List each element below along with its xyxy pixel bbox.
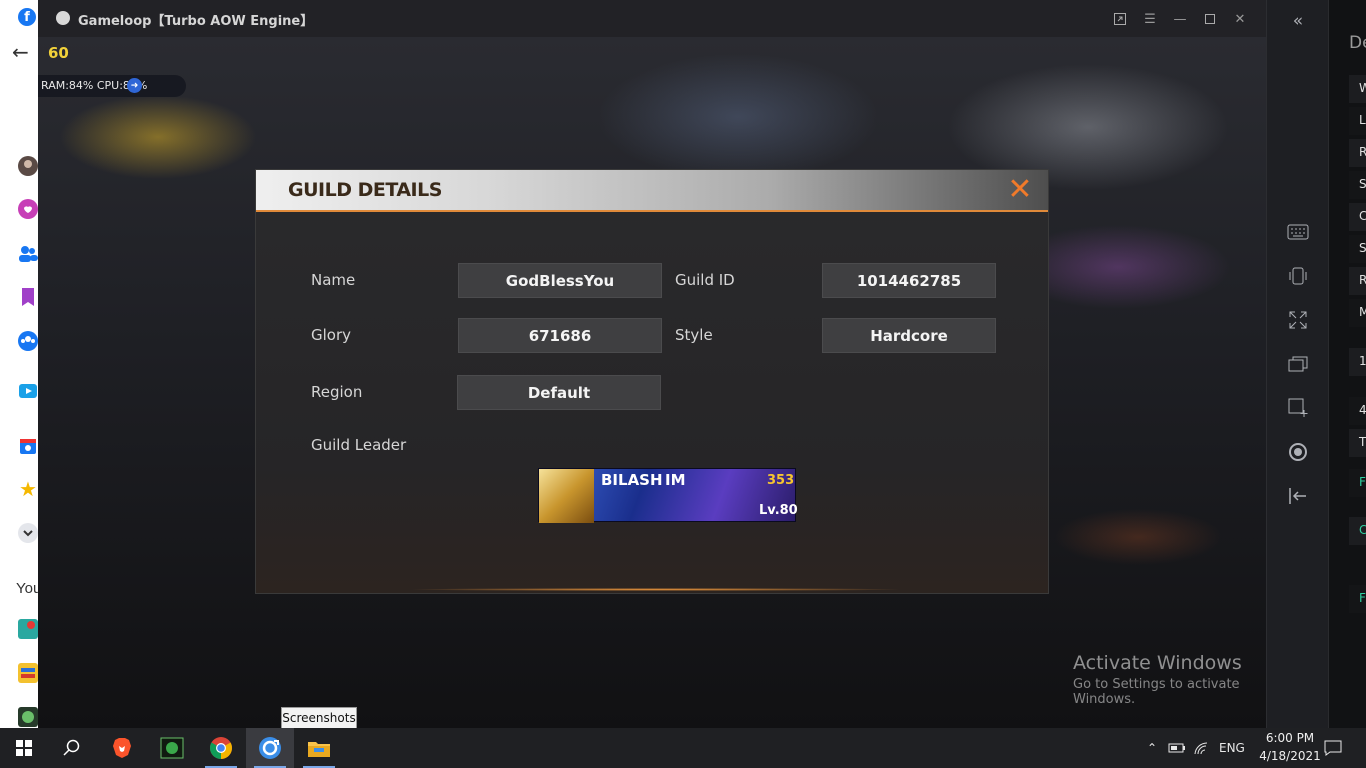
fullscreen-icon[interactable] xyxy=(1285,307,1311,333)
game-app-icon[interactable] xyxy=(148,728,196,768)
close-icon[interactable]: ✕ xyxy=(1004,174,1036,206)
chrome-icon[interactable] xyxy=(197,728,245,768)
panel-row[interactable]: F xyxy=(1349,469,1366,497)
friends-icon[interactable] xyxy=(16,242,40,264)
leader-tag: IM xyxy=(665,471,686,489)
see-more-chevron-icon[interactable] xyxy=(16,522,40,544)
style-value: Hardcore xyxy=(822,318,996,353)
dating-icon[interactable] xyxy=(16,198,40,220)
guild-leader-card[interactable]: BILASH IM 353 Lv.80 xyxy=(538,468,798,523)
dialog-title: GUILD DETAILS xyxy=(288,179,442,201)
wifi-icon[interactable] xyxy=(1193,740,1211,756)
facebook-logo-icon[interactable]: f xyxy=(18,8,36,26)
gameloop-window: Gameloop【Turbo AOW Engine】 ☰ — ✕ 60 ▲ RA… xyxy=(38,0,1266,728)
name-value: GodBlessYou xyxy=(458,263,662,298)
region-value: Default xyxy=(457,375,661,410)
profile-avatar-icon[interactable] xyxy=(16,155,40,177)
panel-title: De xyxy=(1349,33,1366,53)
panel-row[interactable]: S xyxy=(1349,171,1366,199)
gameloop-toolbar: « xyxy=(1266,0,1328,728)
keyboard-icon[interactable] xyxy=(1285,219,1311,245)
dialog-header: GUILD DETAILS ✕ xyxy=(256,170,1048,212)
panel-row[interactable]: Lo xyxy=(1349,107,1366,135)
panel-row[interactable]: C xyxy=(1349,203,1366,231)
style-label: Style xyxy=(675,326,713,344)
watch-icon[interactable] xyxy=(16,380,40,402)
region-label: Region xyxy=(311,383,363,401)
title-bar: Gameloop【Turbo AOW Engine】 ☰ — ✕ xyxy=(38,0,1266,37)
maximize-icon[interactable] xyxy=(1201,10,1219,28)
game-shortcut-icon[interactable] xyxy=(16,662,40,684)
minimize-icon[interactable]: — xyxy=(1171,10,1189,28)
guild-id-value: 1014462785 xyxy=(822,263,996,298)
leader-name: BILASH xyxy=(601,471,663,489)
file-explorer-icon[interactable] xyxy=(295,728,343,768)
window-title: Gameloop【Turbo AOW Engine】 xyxy=(78,14,314,29)
name-label: Name xyxy=(311,271,356,289)
panel-row[interactable]: R xyxy=(1349,267,1366,295)
search-icon[interactable] xyxy=(48,728,96,768)
activate-windows-title: Activate Windows xyxy=(1073,652,1242,674)
close-window-icon[interactable]: ✕ xyxy=(1231,10,1249,28)
activate-windows-subtitle: Go to Settings to activate Windows. xyxy=(1073,677,1240,707)
screenshot-icon[interactable] xyxy=(1285,395,1311,421)
leader-level: Lv.80 xyxy=(759,503,798,518)
language-indicator[interactable]: ENG xyxy=(1219,741,1245,755)
saved-icon[interactable] xyxy=(16,286,40,308)
facebook-sidebar: f ← ★ You xyxy=(0,0,41,728)
leader-avatar xyxy=(539,469,594,523)
footer-glow xyxy=(406,588,906,591)
panel-row[interactable]: M xyxy=(1349,299,1366,327)
brave-browser-icon[interactable] xyxy=(98,728,146,768)
panel-row[interactable]: 4 xyxy=(1349,397,1366,425)
gameloop-logo-icon xyxy=(56,11,70,25)
clock-time[interactable]: 6:00 PM xyxy=(1255,731,1325,745)
record-icon[interactable] xyxy=(1285,439,1311,465)
guild-details-dialog: GUILD DETAILS ✕ Name GodBlessYou Guild I… xyxy=(256,170,1048,593)
panel-row[interactable]: R xyxy=(1349,139,1366,167)
exit-icon[interactable] xyxy=(1285,483,1311,509)
game-shortcut-icon[interactable] xyxy=(16,618,40,640)
multi-window-icon[interactable] xyxy=(1285,351,1311,377)
panel-row[interactable]: S xyxy=(1349,235,1366,263)
panel-row[interactable]: 1 xyxy=(1349,348,1366,376)
taskbar: ⌃ ENG 6:00 PM 4/18/2021 xyxy=(0,728,1366,768)
events-icon[interactable] xyxy=(16,435,40,457)
panel-row[interactable]: W xyxy=(1349,75,1366,103)
mini-mode-icon[interactable] xyxy=(1111,10,1129,28)
back-arrow-icon[interactable]: ← xyxy=(12,40,29,64)
favorites-star-icon[interactable]: ★ xyxy=(16,477,40,501)
glory-label: Glory xyxy=(311,326,352,344)
fps-counter: 60 xyxy=(48,44,69,62)
show-hidden-icons-icon[interactable]: ⌃ xyxy=(1143,740,1161,756)
leader-rank: 353 xyxy=(767,473,795,488)
game-shortcut-icon[interactable] xyxy=(16,706,40,728)
panel-row[interactable]: F xyxy=(1349,585,1366,613)
details-panel: De W Lo R S C S R M 1 4 T F C F xyxy=(1328,0,1366,728)
start-windows-icon[interactable] xyxy=(0,728,48,768)
shake-icon[interactable] xyxy=(1285,263,1311,289)
gameloop-taskbar-icon[interactable] xyxy=(246,728,294,768)
groups-icon[interactable] xyxy=(16,330,40,352)
arrow-right-icon[interactable]: ➜ xyxy=(127,78,142,93)
screen: f ← ★ You Gameloop【Turbo AOW Engine】 ☰ —… xyxy=(0,0,1366,768)
glory-value: 671686 xyxy=(458,318,662,353)
menu-icon[interactable]: ☰ xyxy=(1141,10,1159,28)
performance-indicator[interactable]: ▲ RAM:84% CPU:80% ➜ xyxy=(38,75,186,97)
panel-row[interactable]: C xyxy=(1349,517,1366,545)
collapse-chevron-icon[interactable]: « xyxy=(1285,8,1311,34)
game-viewport[interactable]: 60 ▲ RAM:84% CPU:80% ➜ GUILD DETAILS ✕ N… xyxy=(38,37,1266,728)
notification-icon[interactable] xyxy=(1324,740,1342,756)
battery-icon[interactable] xyxy=(1168,740,1186,756)
guild-id-label: Guild ID xyxy=(675,271,735,289)
guild-leader-label: Guild Leader xyxy=(311,436,407,454)
panel-row[interactable]: T xyxy=(1349,429,1366,457)
clock-date[interactable]: 4/18/2021 xyxy=(1250,749,1330,763)
taskbar-tooltip: Screenshots xyxy=(281,707,357,729)
